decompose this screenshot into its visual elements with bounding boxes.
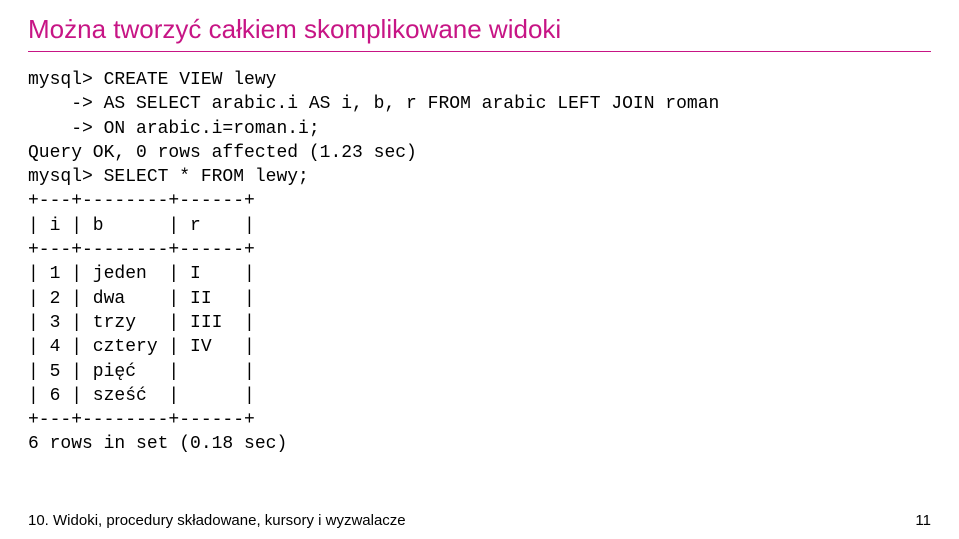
slide-title: Można tworzyć całkiem skomplikowane wido… (28, 14, 931, 52)
table-row: | 5 | pięć | | (28, 362, 255, 382)
slide-footer: 10. Widoki, procedury składowane, kursor… (28, 512, 931, 529)
table-separator: +---+--------+------+ (28, 410, 255, 430)
code-line: -> ON arabic.i=roman.i; (28, 119, 320, 139)
footer-page-number: 11 (915, 512, 931, 529)
code-line: -> AS SELECT arabic.i AS i, b, r FROM ar… (28, 94, 719, 114)
code-line: mysql> SELECT * FROM lewy; (28, 167, 309, 187)
code-block: mysql> CREATE VIEW lewy -> AS SELECT ara… (28, 68, 931, 457)
table-row: | 1 | jeden | I | (28, 264, 255, 284)
table-separator: +---+--------+------+ (28, 191, 255, 211)
result-line: 6 rows in set (0.18 sec) (28, 434, 287, 454)
table-row: | 3 | trzy | III | (28, 313, 255, 333)
code-line: mysql> CREATE VIEW lewy (28, 70, 276, 90)
table-row: | 6 | sześć | | (28, 386, 255, 406)
table-header: | i | b | r | (28, 216, 255, 236)
table-row: | 4 | cztery | IV | (28, 337, 255, 357)
footer-chapter: 10. Widoki, procedury składowane, kursor… (28, 512, 406, 529)
table-separator: +---+--------+------+ (28, 240, 255, 260)
code-line: Query OK, 0 rows affected (1.23 sec) (28, 143, 417, 163)
table-row: | 2 | dwa | II | (28, 289, 255, 309)
